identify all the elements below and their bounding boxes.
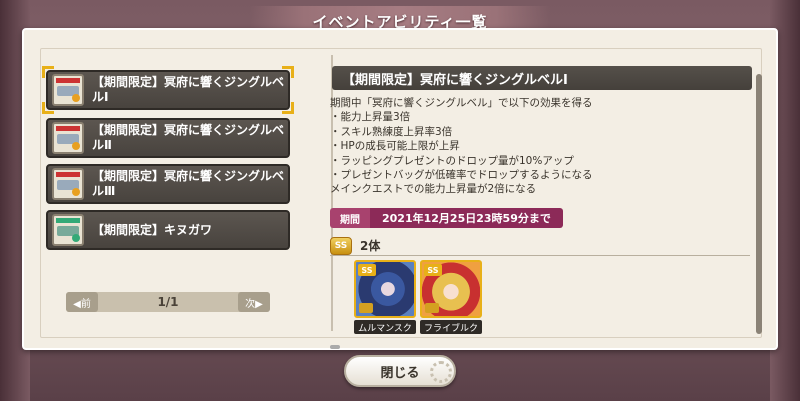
ability-card-icon: [52, 122, 84, 154]
selection-corner-icon: [282, 66, 294, 78]
character-portrait: SS: [354, 260, 416, 318]
ability-label: 【期間限定】冥府に響くジングルベ ルⅢ: [92, 169, 284, 199]
ability-card-icon: [52, 168, 84, 200]
character-portrait: SS: [420, 260, 482, 318]
ability-list-item-4[interactable]: 【期間限定】キヌガワ: [46, 210, 290, 250]
detail-title: 【期間限定】冥府に響くジングルベルⅠ: [332, 66, 752, 90]
next-rank-hint: [330, 334, 370, 349]
description-line: ・プレゼントバッグが低確率でドロップするようになる: [330, 169, 593, 182]
gear-icon: [430, 361, 452, 383]
main-panel: 【期間限定】冥府に響くジングルベ ルⅠ 【期間限定】冥府に響くジングルベ ルⅡ …: [22, 28, 778, 350]
rank-count: 2体: [360, 239, 381, 253]
ability-card-icon: [52, 214, 84, 246]
character-name: ムルマンスク: [354, 320, 416, 334]
ability-label: 【期間限定】冥府に響くジングルベ ルⅡ: [92, 123, 284, 153]
ability-list-item-1[interactable]: 【期間限定】冥府に響くジングルベ ルⅠ: [42, 66, 294, 114]
rank-row: SS 2体: [330, 236, 750, 256]
period-tag: 期間: [330, 208, 370, 228]
scrollbar[interactable]: [756, 74, 762, 334]
selection-corner-icon: [282, 102, 294, 114]
period-value: 2021年12月25日23時59分まで: [370, 208, 563, 228]
ability-card-icon: [52, 74, 84, 106]
description-line: 期間中「冥府に響くジングルベル」で以下の効果を得る: [330, 97, 593, 109]
description-line: ・能力上昇量3倍: [330, 111, 411, 124]
description-line: ・HPの成長可能上限が上昇: [330, 140, 460, 153]
prev-page-button[interactable]: ◀前: [66, 292, 98, 312]
character-card[interactable]: SS ムルマンスク: [354, 260, 416, 334]
ability-list-item-3[interactable]: 【期間限定】冥府に響くジングルベ ルⅢ: [46, 164, 290, 204]
ability-label-line2: ルⅡ: [92, 138, 112, 152]
character-name: フライブルク: [420, 320, 482, 334]
scrollbar-thumb[interactable]: [756, 74, 762, 334]
ability-label-line1: 【期間限定】冥府に響くジングルベ: [92, 123, 285, 137]
period-row: 期間 2021年12月25日23時59分まで: [330, 208, 563, 228]
rank-badge: SS: [358, 264, 376, 276]
ss-rank-icon: SS: [330, 236, 352, 255]
description-line: メインクエストでの能力上昇量が2倍になる: [330, 183, 537, 196]
close-button-label: 閉じる: [380, 365, 420, 381]
gun-icon: [425, 303, 439, 313]
next-page-button[interactable]: 次▶: [238, 292, 270, 312]
ability-label-line1: 【期間限定】冥府に響くジングルベ: [92, 75, 285, 89]
ability-list-item-2[interactable]: 【期間限定】冥府に響くジングルベ ルⅡ: [46, 118, 290, 158]
close-button[interactable]: 閉じる: [344, 355, 456, 387]
rank-badge: SS: [424, 264, 442, 276]
ability-label: 【期間限定】冥府に響くジングルベ ルⅠ: [92, 75, 284, 105]
character-card[interactable]: SS フライブルク: [420, 260, 482, 334]
pager: ◀前 1/1 次▶: [66, 292, 270, 312]
ability-label-line1: 【期間限定】冥府に響くジングルベ: [92, 169, 285, 183]
ability-label-line2: ルⅢ: [92, 184, 116, 198]
description-line: ・スキル熟練度上昇率3倍: [330, 125, 453, 138]
ability-label: 【期間限定】キヌガワ: [92, 223, 212, 238]
detail-description: 期間中「冥府に響くジングルベル」で以下の効果を得る ・能力上昇量3倍 ・スキル熟…: [330, 96, 750, 197]
gun-icon: [359, 303, 373, 313]
ability-label-line2: ルⅠ: [92, 90, 109, 104]
ability-label-line1: 【期間限定】キヌガワ: [92, 222, 213, 237]
description-line: ・ラッピングプレゼントのドロップ量が10%アップ: [330, 154, 574, 167]
page-indicator: 1/1: [157, 295, 179, 309]
